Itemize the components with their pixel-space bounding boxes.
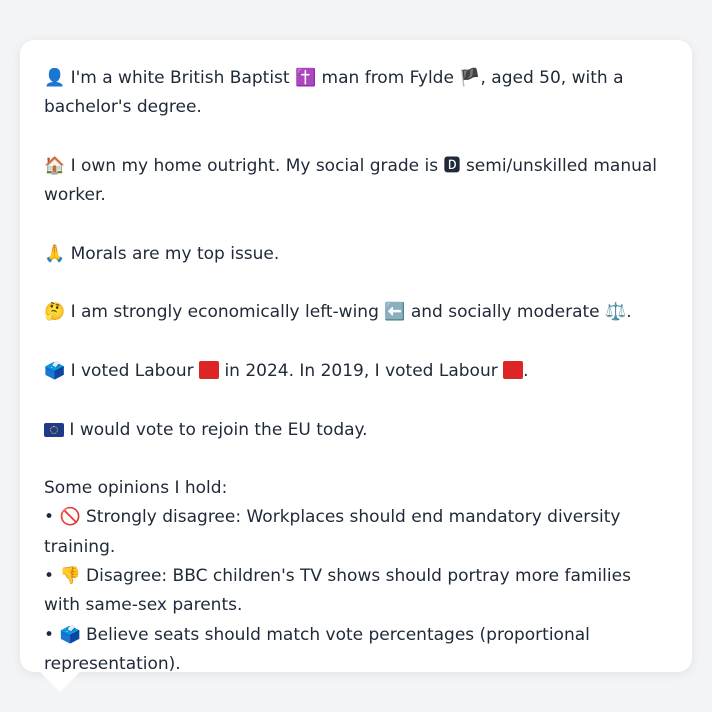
- person-icon: 👤: [44, 68, 66, 88]
- ballot-box-icon: 🗳️: [59, 624, 81, 645]
- latin-cross-icon: ✝️: [294, 68, 317, 88]
- opinion-text: Believe seats should match vote percenta…: [44, 624, 590, 674]
- ideology-text-a: I am strongly economically left-wing: [70, 302, 379, 323]
- eu-text: I would vote to rejoin the EU today.: [69, 419, 368, 440]
- votes-text-c: .: [523, 360, 529, 381]
- ideology-text-c: .: [626, 302, 632, 323]
- identity-line: 👤 I'm a white British Baptist ✝️ man fro…: [44, 64, 668, 123]
- left-arrow-icon: ⬅️: [384, 302, 406, 323]
- opinion-text: Strongly disagree: Workplaces should end…: [44, 507, 621, 557]
- balance-scale-icon: ⚖️: [605, 302, 627, 323]
- votes-text-b: in 2024. In 2019, I voted Labour: [224, 360, 498, 381]
- opinion-text: Disagree: BBC children's TV shows should…: [44, 566, 631, 616]
- eu-line: I would vote to rejoin the EU today.: [44, 416, 668, 445]
- prohibited-icon: 🚫: [59, 507, 81, 528]
- england-flag-icon: 🏴: [459, 68, 481, 88]
- thumbs-down-icon: 👎: [59, 566, 81, 587]
- labour-red-square-icon: [199, 360, 220, 379]
- ideology-text-b: and socially moderate: [410, 302, 600, 323]
- ideology-line: 🤔 I am strongly economically left-wing ⬅…: [44, 298, 668, 327]
- persona-card: 👤 I'm a white British Baptist ✝️ man fro…: [20, 40, 692, 674]
- housing-line: 🏠 I own my home outright. My social grad…: [44, 152, 668, 211]
- labour-red-square-icon: [503, 360, 524, 379]
- thinking-face-icon: 🤔: [44, 302, 66, 323]
- votes-line: 🗳️ I voted Labour in 2024. In 2019, I vo…: [44, 357, 668, 386]
- identity-text-b: man from Fylde: [321, 68, 454, 88]
- opinions-section: Some opinions I hold: • 🚫 Strongly disag…: [44, 474, 668, 679]
- votes-text-a: I voted Labour: [70, 360, 194, 381]
- opinion-item: • 🚫 Strongly disagree: Workplaces should…: [44, 503, 668, 562]
- opinions-title: Some opinions I hold:: [44, 478, 228, 499]
- house-icon: 🏠: [44, 155, 66, 176]
- issue-text: Morals are my top issue.: [70, 243, 280, 264]
- letter-d-icon: 🅳: [443, 155, 461, 176]
- bullet: •: [44, 507, 55, 528]
- housing-text-a: I own my home outright. My social grade …: [70, 155, 439, 176]
- speech-bubble-tail: [40, 672, 80, 692]
- praying-hands-icon: 🙏: [44, 243, 66, 264]
- opinion-item: • 🗳️ Believe seats should match vote per…: [44, 621, 668, 680]
- bullet: •: [44, 566, 55, 587]
- identity-text-a: I'm a white British Baptist: [70, 68, 290, 88]
- bullet: •: [44, 624, 55, 645]
- eu-flag-icon: [44, 422, 64, 437]
- issue-line: 🙏 Morals are my top issue.: [44, 240, 668, 269]
- opinion-item: • 👎 Disagree: BBC children's TV shows sh…: [44, 562, 668, 621]
- ballot-box-icon: 🗳️: [44, 360, 66, 381]
